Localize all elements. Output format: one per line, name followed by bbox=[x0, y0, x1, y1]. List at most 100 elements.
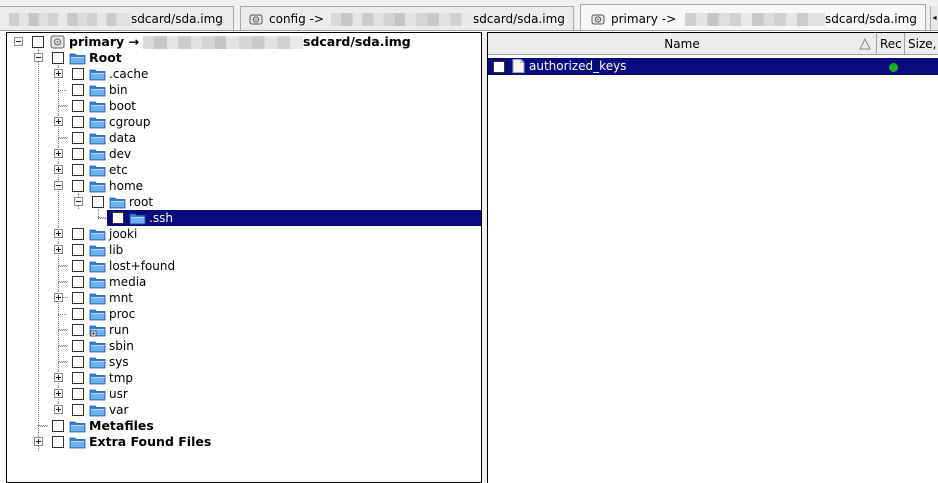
tree-row-metafiles[interactable]: Metafiles bbox=[7, 418, 481, 434]
select-checkbox[interactable] bbox=[92, 196, 104, 208]
file-list[interactable]: Name Rec Size, authorized_keys bbox=[487, 32, 938, 483]
tree-row-var[interactable]: var bbox=[7, 402, 481, 418]
select-checkbox[interactable] bbox=[52, 420, 64, 432]
directory-tree[interactable]: primary → sdcard/sda.img Root .cache bin bo… bbox=[6, 32, 482, 483]
select-checkbox[interactable] bbox=[72, 148, 84, 160]
tree-row-primary[interactable]: primary → sdcard/sda.img bbox=[7, 34, 481, 50]
expand-toggle[interactable] bbox=[34, 437, 43, 446]
folder-icon bbox=[89, 229, 106, 241]
collapse-toggle[interactable] bbox=[14, 37, 23, 46]
select-checkbox[interactable] bbox=[112, 212, 124, 224]
select-checkbox[interactable] bbox=[72, 180, 84, 192]
tree-row-root[interactable]: Root bbox=[7, 50, 481, 66]
column-label: Size, bbox=[908, 37, 937, 51]
tab-image-1[interactable]: sdcard/sda.img bbox=[0, 6, 234, 30]
folder-icon bbox=[89, 309, 106, 321]
tree-row-usr[interactable]: usr bbox=[7, 386, 481, 402]
select-checkbox[interactable] bbox=[72, 116, 84, 128]
column-header-rec[interactable]: Rec bbox=[877, 33, 905, 55]
sort-ascending-icon bbox=[859, 38, 871, 50]
expand-toggle[interactable] bbox=[54, 389, 63, 398]
special-folder-icon bbox=[89, 325, 106, 337]
tree-row-sbin[interactable]: sbin bbox=[7, 338, 481, 354]
collapse-toggle[interactable] bbox=[74, 197, 83, 206]
column-header-name[interactable]: Name bbox=[488, 33, 877, 55]
select-checkbox[interactable] bbox=[72, 276, 84, 288]
tree-row-sys[interactable]: sys bbox=[7, 354, 481, 370]
tree-guide bbox=[58, 106, 67, 107]
select-checkbox[interactable] bbox=[72, 372, 84, 384]
expand-toggle[interactable] bbox=[54, 165, 63, 174]
tab-primary[interactable]: primary -> sdcard/sda.img bbox=[580, 4, 926, 30]
expand-toggle[interactable] bbox=[54, 373, 63, 382]
expand-toggle[interactable] bbox=[54, 117, 63, 126]
folder-icon bbox=[129, 213, 146, 225]
expand-toggle[interactable] bbox=[54, 229, 63, 238]
tree-row-home[interactable]: home bbox=[7, 178, 481, 194]
list-header: Name Rec Size, bbox=[488, 33, 938, 55]
select-checkbox[interactable] bbox=[72, 324, 84, 336]
tree-row-proc[interactable]: proc bbox=[7, 306, 481, 322]
tree-row-extra-found-files[interactable]: Extra Found Files bbox=[7, 434, 481, 450]
column-header-size[interactable]: Size, bbox=[905, 33, 938, 55]
select-checkbox[interactable] bbox=[72, 340, 84, 352]
tree-row-lib[interactable]: lib bbox=[7, 242, 481, 258]
drive-icon bbox=[591, 14, 605, 25]
tree-row-root[interactable]: root bbox=[7, 194, 481, 210]
tree-row-bin[interactable]: bin bbox=[7, 82, 481, 98]
select-checkbox[interactable] bbox=[72, 68, 84, 80]
collapse-toggle[interactable] bbox=[34, 53, 43, 62]
select-checkbox[interactable] bbox=[72, 260, 84, 272]
tree-row-dev[interactable]: dev bbox=[7, 146, 481, 162]
folder-icon bbox=[89, 389, 106, 401]
tree-row-ssh[interactable]: .ssh bbox=[7, 210, 481, 226]
tree-guide bbox=[58, 314, 67, 315]
list-row[interactable]: authorized_keys bbox=[488, 58, 938, 75]
tree-row-tmp[interactable]: tmp bbox=[7, 370, 481, 386]
select-checkbox[interactable] bbox=[72, 84, 84, 96]
folder-icon bbox=[89, 101, 106, 113]
tree-row-cgroup[interactable]: cgroup bbox=[7, 114, 481, 130]
expand-toggle[interactable] bbox=[54, 293, 63, 302]
expand-toggle[interactable] bbox=[54, 405, 63, 414]
tree-row-boot[interactable]: boot bbox=[7, 98, 481, 114]
tree-row-etc[interactable]: etc bbox=[7, 162, 481, 178]
expand-toggle[interactable] bbox=[54, 245, 63, 254]
tree-row-data[interactable]: data bbox=[7, 130, 481, 146]
tree-row-mnt[interactable]: mnt bbox=[7, 290, 481, 306]
tree-label: usr bbox=[109, 387, 128, 401]
select-checkbox[interactable] bbox=[72, 244, 84, 256]
file-name: authorized_keys bbox=[529, 59, 627, 73]
expand-toggle[interactable] bbox=[54, 149, 63, 158]
folder-icon bbox=[89, 117, 106, 129]
tree-row-cache[interactable]: .cache bbox=[7, 66, 481, 82]
select-checkbox[interactable] bbox=[72, 356, 84, 368]
tree-row-lost-found[interactable]: lost+found bbox=[7, 258, 481, 274]
select-checkbox[interactable] bbox=[72, 388, 84, 400]
select-checkbox[interactable] bbox=[52, 52, 64, 64]
tree-label: tmp bbox=[109, 371, 134, 385]
tab-label: sdcard/sda.img bbox=[825, 12, 917, 26]
select-checkbox[interactable] bbox=[493, 61, 505, 73]
expand-toggle[interactable] bbox=[54, 69, 63, 78]
tab-config[interactable]: config -> sdcard/sda.img bbox=[240, 6, 574, 30]
select-checkbox[interactable] bbox=[72, 308, 84, 320]
collapse-toggle[interactable] bbox=[54, 181, 63, 190]
tree-row-jooki[interactable]: jooki bbox=[7, 226, 481, 242]
select-checkbox[interactable] bbox=[72, 292, 84, 304]
tree-row-run[interactable]: run bbox=[7, 322, 481, 338]
tree-label: sbin bbox=[109, 339, 134, 353]
select-checkbox[interactable] bbox=[72, 404, 84, 416]
tab-bar: sdcard/sda.img config -> sdcard/sda.img … bbox=[0, 0, 938, 31]
tree-label: sdcard/sda.img bbox=[303, 34, 411, 49]
tree-row-media[interactable]: media bbox=[7, 274, 481, 290]
select-checkbox[interactable] bbox=[72, 164, 84, 176]
select-checkbox[interactable] bbox=[32, 36, 44, 48]
tree-label: home bbox=[109, 179, 144, 193]
select-checkbox[interactable] bbox=[72, 100, 84, 112]
tab-scroll-button[interactable]: ◂ bbox=[930, 6, 938, 30]
select-checkbox[interactable] bbox=[72, 132, 84, 144]
tree-label: Root bbox=[89, 50, 122, 65]
select-checkbox[interactable] bbox=[52, 436, 64, 448]
select-checkbox[interactable] bbox=[72, 228, 84, 240]
